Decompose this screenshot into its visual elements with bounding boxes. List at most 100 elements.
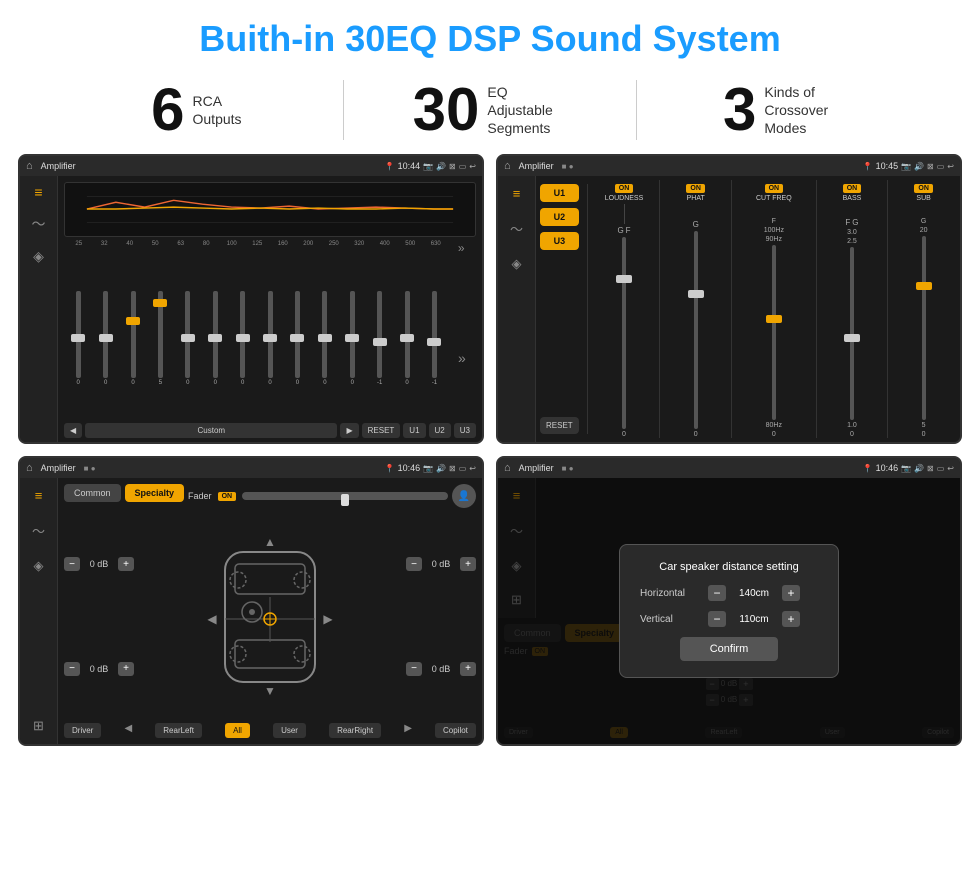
- rearright-button-3[interactable]: RearRight: [329, 723, 381, 738]
- sub-slider-thumb[interactable]: [916, 282, 932, 290]
- bass-slider-track[interactable]: [850, 247, 854, 420]
- slider-track-14[interactable]: [432, 291, 437, 378]
- db-row-3: − 0 dB +: [406, 557, 476, 571]
- eq-filter-icon-3[interactable]: ≡: [35, 488, 43, 503]
- eq-u1-button[interactable]: U1: [403, 423, 425, 438]
- db-minus-3[interactable]: −: [406, 557, 422, 571]
- cutfreq-slider-track[interactable]: [772, 245, 776, 420]
- screen-fader: ⌂ Amplifier ■ ● 📍 10:46 📷 🔊 ⊠ ▭ ↩ ≡ 〜 ◈ …: [18, 456, 484, 746]
- slider-track-9[interactable]: [295, 291, 300, 378]
- slider-track-12[interactable]: [377, 291, 382, 378]
- expand-icon-3[interactable]: ⊞: [33, 718, 44, 734]
- eq-u3-button[interactable]: U3: [454, 423, 476, 438]
- slider-thumb-13[interactable]: [400, 334, 414, 342]
- sub-slider-track[interactable]: [922, 236, 926, 420]
- db-minus-4[interactable]: −: [406, 662, 422, 676]
- db-plus-1[interactable]: +: [118, 557, 134, 571]
- cutfreq-val: 0: [772, 431, 776, 438]
- loudness-slider-track[interactable]: [622, 237, 626, 429]
- slider-track-13[interactable]: [405, 291, 410, 378]
- car-center-area: ▲ ▼ ◀ ▶: [138, 514, 402, 719]
- speaker-icon[interactable]: ◈: [33, 248, 44, 265]
- confirm-button[interactable]: Confirm: [680, 637, 779, 661]
- slider-track-2[interactable]: [103, 291, 108, 378]
- eq-u2-button[interactable]: U2: [429, 423, 451, 438]
- slider-thumb-1[interactable]: [71, 334, 85, 342]
- slider-thumb-6[interactable]: [208, 334, 222, 342]
- common-tab[interactable]: Common: [64, 484, 121, 502]
- dialog-vertical-plus[interactable]: +: [782, 611, 800, 627]
- fader-thumb[interactable]: [341, 494, 349, 506]
- slider-thumb-3[interactable]: [126, 317, 140, 325]
- wave-icon-3[interactable]: 〜: [32, 521, 45, 540]
- all-button-3[interactable]: All: [225, 723, 250, 738]
- u2-button[interactable]: U2: [540, 208, 579, 226]
- phat-slider-track[interactable]: [694, 231, 698, 429]
- back-icon-4[interactable]: ↩: [947, 464, 954, 473]
- slider-track-1[interactable]: [76, 291, 81, 378]
- home-icon-4[interactable]: ⌂: [504, 462, 511, 474]
- loudness-gf: G F: [617, 226, 630, 235]
- slider-track-10[interactable]: [322, 291, 327, 378]
- eq-next-button[interactable]: ▶: [340, 423, 358, 438]
- slider-thumb-4[interactable]: [153, 299, 167, 307]
- slider-thumb-14[interactable]: [427, 338, 441, 346]
- dialog-horizontal-minus[interactable]: −: [708, 585, 726, 601]
- db-plus-3[interactable]: +: [460, 557, 476, 571]
- user-icon-3[interactable]: 👤: [452, 484, 476, 508]
- slider-track-6[interactable]: [213, 291, 218, 378]
- back-icon-3[interactable]: ↩: [469, 464, 476, 473]
- slider-track-4[interactable]: [158, 291, 163, 378]
- fader-slider[interactable]: [242, 492, 448, 500]
- db-minus-2[interactable]: −: [64, 662, 80, 676]
- phat-slider-thumb[interactable]: [688, 290, 704, 298]
- slider-thumb-7[interactable]: [236, 334, 250, 342]
- eq-filter-icon-2[interactable]: ≡: [513, 186, 521, 201]
- slider-track-11[interactable]: [350, 291, 355, 378]
- db-plus-2[interactable]: +: [118, 662, 134, 676]
- amp-reset-button[interactable]: RESET: [540, 417, 579, 434]
- db-plus-4[interactable]: +: [460, 662, 476, 676]
- slider-track-5[interactable]: [185, 291, 190, 378]
- wave-icon-2[interactable]: 〜: [510, 219, 523, 238]
- specialty-tab[interactable]: Specialty: [125, 484, 185, 502]
- u3-button[interactable]: U3: [540, 232, 579, 250]
- slider-track-3[interactable]: [131, 291, 136, 378]
- dialog-vertical-minus[interactable]: −: [708, 611, 726, 627]
- loudness-connector: [624, 204, 625, 224]
- slider-thumb-9[interactable]: [290, 334, 304, 342]
- rearleft-button-3[interactable]: RearLeft: [155, 723, 202, 738]
- slider-thumb-2[interactable]: [99, 334, 113, 342]
- slider-thumb-8[interactable]: [263, 334, 277, 342]
- slider-thumb-11[interactable]: [345, 334, 359, 342]
- slider-track-7[interactable]: [240, 291, 245, 378]
- eq-icon[interactable]: ≡: [34, 184, 42, 200]
- slider-thumb-12[interactable]: [373, 338, 387, 346]
- copilot-button-3[interactable]: Copilot: [435, 723, 476, 738]
- bass-slider-thumb[interactable]: [844, 334, 860, 342]
- status-icons-3: 📍 10:46 📷 🔊 ⊠ ▭ ↩: [385, 463, 476, 473]
- eq-prev-button[interactable]: ◀: [64, 423, 82, 438]
- loudness-slider-thumb[interactable]: [616, 275, 632, 283]
- vol-icon-3[interactable]: ◈: [34, 558, 44, 574]
- eq-preset-label: Custom: [85, 423, 337, 438]
- db-minus-1[interactable]: −: [64, 557, 80, 571]
- home-icon-3[interactable]: ⌂: [26, 462, 33, 474]
- u1-button[interactable]: U1: [540, 184, 579, 202]
- driver-button-3[interactable]: Driver: [64, 723, 101, 738]
- slider-thumb-10[interactable]: [318, 334, 332, 342]
- cutfreq-slider-thumb[interactable]: [766, 315, 782, 323]
- user-button-3[interactable]: User: [273, 723, 306, 738]
- slider-thumb-5[interactable]: [181, 334, 195, 342]
- eq-reset-button[interactable]: RESET: [362, 423, 401, 438]
- dialog-horizontal-plus[interactable]: +: [782, 585, 800, 601]
- screen2-content: U1 U2 U3 RESET ON LOUDNESS G F: [536, 176, 960, 442]
- home-icon-2[interactable]: ⌂: [504, 160, 511, 172]
- back-icon-1[interactable]: ↩: [469, 162, 476, 171]
- vol-icon-2[interactable]: ◈: [512, 256, 522, 272]
- wave-icon[interactable]: 〜: [32, 214, 46, 234]
- freq-320: 320: [347, 241, 373, 255]
- slider-track-8[interactable]: [268, 291, 273, 378]
- home-icon-1[interactable]: ⌂: [26, 160, 33, 172]
- back-icon-2[interactable]: ↩: [947, 162, 954, 171]
